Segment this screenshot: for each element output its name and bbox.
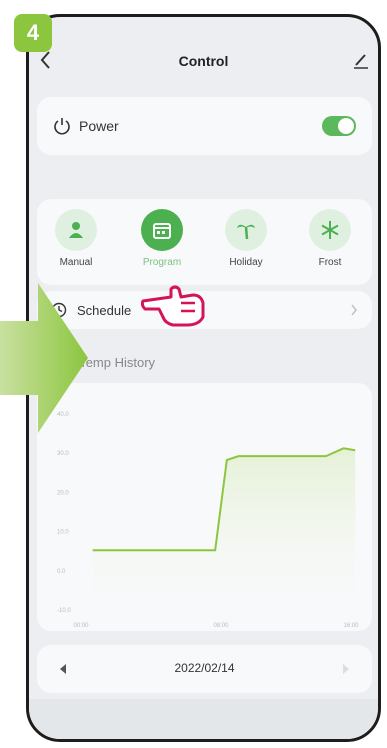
palm-tree-icon [225,209,267,251]
x-tick-label: 16:00 [343,623,359,629]
x-tick-label: 00:00 [73,623,89,629]
mode-frost[interactable]: Frost [295,209,365,268]
y-tick-label: 30.0 [57,451,69,457]
side-arrow-icon [0,283,88,433]
power-icon [54,118,70,135]
snowflake-icon [309,209,351,251]
y-tick-label: 20.0 [57,490,69,496]
page-title: Control [178,53,229,69]
pointing-hand-icon [141,285,205,327]
mode-label: Manual [59,257,93,268]
power-label: Power [79,118,119,134]
chevron-right-icon [351,304,357,316]
series-area [92,448,356,609]
mode-manual[interactable]: Manual [41,209,111,268]
mode-holiday[interactable]: Holiday [211,209,281,268]
bottom-bar [29,699,378,739]
date-label: 2022/02/14 [174,661,235,675]
y-tick-label: 10.0 [57,530,69,536]
edit-icon[interactable] [352,51,370,69]
date-navigator: 2022/02/14 [37,645,372,693]
y-tick-label: 0.0 [57,569,66,575]
mode-program[interactable]: Program [127,209,197,268]
mode-label: Frost [318,257,342,268]
step-badge: 4 [14,14,52,52]
mode-label: Program [142,257,182,268]
calendar-icon [141,209,183,251]
power-card: Power [37,97,372,155]
power-toggle[interactable] [322,116,356,136]
x-tick-label: 08:00 [213,623,229,629]
y-tick-label: -10.0 [57,608,71,614]
toggle-knob [338,118,354,134]
mode-label: Holiday [229,257,263,268]
person-icon [55,209,97,251]
app-header: Control [29,43,378,83]
mode-selector: Manual Program Holiday Frost [37,199,372,285]
next-day-icon[interactable] [342,663,350,675]
